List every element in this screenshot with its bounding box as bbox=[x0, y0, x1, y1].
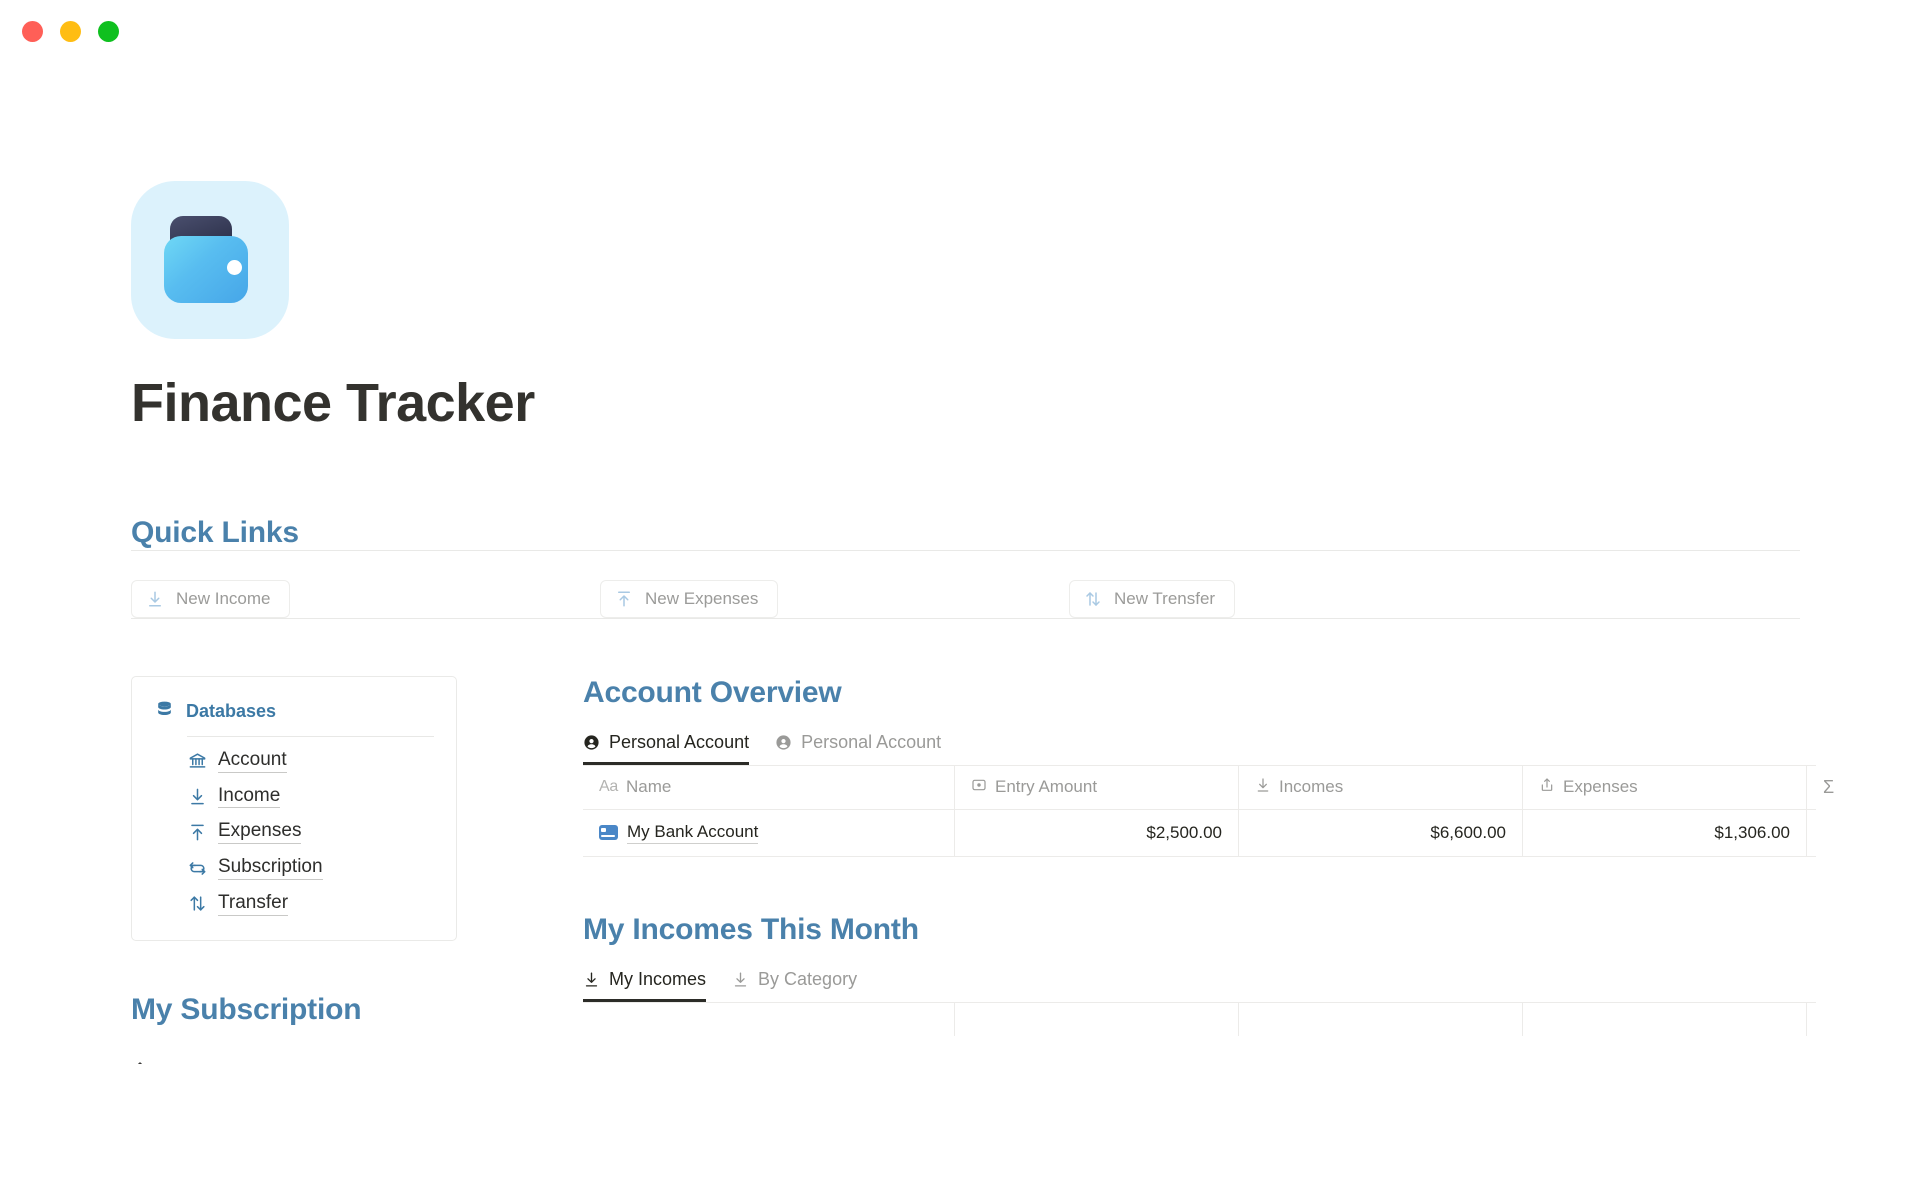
quick-links-row: New Income New Expenses New Trensfer bbox=[131, 579, 1800, 618]
arrow-down-to-line-icon bbox=[188, 787, 207, 806]
table-header-row: Aa Name Entry Amount Incomes Expenses Σ bbox=[583, 765, 1834, 810]
my-incomes-tabs: My Incomes By Category bbox=[583, 969, 1816, 1002]
cell-expenses: $1,306.00 bbox=[1523, 809, 1807, 856]
column-header-incomes[interactable]: Incomes bbox=[1239, 765, 1523, 809]
tab-my-incomes-label: My Incomes bbox=[609, 968, 707, 989]
new-income-button[interactable]: New Income bbox=[131, 579, 291, 618]
tab-my-incomes[interactable]: My Incomes bbox=[583, 968, 707, 1002]
tab-personal-account-2-label: Personal Account bbox=[801, 731, 942, 752]
column-header-incomes-label: Incomes bbox=[1279, 777, 1344, 797]
cell-name: My Bank Account bbox=[583, 809, 955, 856]
tab-personal-account-2[interactable]: Personal Account bbox=[775, 732, 941, 765]
window-titlebar bbox=[0, 0, 1920, 62]
aa-text-icon: Aa bbox=[599, 778, 618, 796]
tab-by-category-label: By Category bbox=[758, 968, 858, 989]
credit-card-icon bbox=[599, 825, 618, 841]
new-income-label: New Income bbox=[176, 588, 271, 608]
page-content: Finance Tracker Quick Links New Income N… bbox=[0, 181, 1920, 1064]
database-icon bbox=[155, 700, 174, 724]
sidebar-item-income[interactable]: Income bbox=[155, 785, 434, 809]
new-expenses-button[interactable]: New Expenses bbox=[600, 579, 779, 618]
databases-card: Databases Account Income Expenses Subscr… bbox=[131, 675, 457, 941]
upload-tray-icon bbox=[1539, 777, 1555, 798]
cell-incomes: $6,600.00 bbox=[1239, 809, 1523, 856]
quick-links-col-2: New Expenses bbox=[600, 579, 1069, 618]
person-circle-icon bbox=[583, 734, 600, 751]
maximize-button[interactable] bbox=[98, 20, 119, 42]
databases-divider bbox=[187, 735, 434, 737]
right-column: Account Overview Personal Account Person… bbox=[583, 675, 1834, 1036]
bank-icon bbox=[188, 751, 207, 770]
my-subscription-content-stub bbox=[131, 1057, 149, 1064]
arrows-up-down-icon bbox=[188, 894, 207, 913]
left-column: Databases Account Income Expenses Subscr… bbox=[131, 675, 511, 1064]
arrows-up-down-icon bbox=[1084, 590, 1102, 608]
my-subscription-heading: My Subscription bbox=[131, 992, 362, 1026]
sidebar-item-account[interactable]: Account bbox=[155, 749, 434, 773]
sidebar-item-subscription-label: Subscription bbox=[218, 856, 323, 881]
sidebar-item-account-label: Account bbox=[218, 749, 287, 773]
page-title: Finance Tracker bbox=[131, 373, 535, 433]
sidebar-item-transfer[interactable]: Transfer bbox=[155, 892, 434, 916]
arrow-down-to-line-icon bbox=[732, 971, 749, 988]
person-circle-icon bbox=[775, 734, 792, 751]
sidebar-item-transfer-label: Transfer bbox=[218, 892, 289, 916]
arrow-up-from-line-icon bbox=[615, 590, 633, 608]
minimize-button[interactable] bbox=[60, 20, 81, 42]
quick-links-divider-bottom bbox=[131, 617, 1800, 619]
column-header-sum[interactable]: Σ bbox=[1807, 766, 1867, 809]
sidebar-item-expenses-label: Expenses bbox=[218, 820, 302, 845]
refresh-loop-icon bbox=[188, 859, 207, 878]
arrow-down-to-line-icon bbox=[146, 590, 164, 608]
stub-column-name bbox=[583, 1002, 955, 1036]
quick-links-col-1: New Income bbox=[131, 579, 600, 618]
new-transfer-button[interactable]: New Trensfer bbox=[1069, 579, 1236, 618]
stub-column-sum bbox=[1807, 1003, 1816, 1036]
arrow-down-to-line-icon bbox=[1255, 777, 1271, 798]
account-overview-table: Aa Name Entry Amount Incomes Expenses Σ … bbox=[583, 764, 1834, 857]
cell-sum bbox=[1807, 810, 1867, 856]
databases-header: Databases bbox=[155, 700, 434, 724]
lower-grid: Databases Account Income Expenses Subscr… bbox=[131, 675, 1834, 1064]
stub-column-4 bbox=[1523, 1002, 1807, 1036]
column-header-name[interactable]: Aa Name bbox=[583, 765, 955, 809]
column-header-expenses-label: Expenses bbox=[1563, 777, 1638, 797]
databases-list: Account Income Expenses Subscription Tra… bbox=[155, 749, 434, 916]
tab-personal-account-1[interactable]: Personal Account bbox=[583, 731, 750, 765]
tab-personal-account-1-label: Personal Account bbox=[609, 731, 750, 752]
money-box-icon bbox=[971, 777, 987, 798]
column-header-name-label: Name bbox=[625, 777, 672, 797]
arrow-down-to-line-icon bbox=[583, 971, 600, 988]
wallet-icon bbox=[131, 181, 289, 339]
column-header-expenses[interactable]: Expenses bbox=[1523, 765, 1807, 809]
column-header-entry-amount[interactable]: Entry Amount bbox=[955, 765, 1239, 809]
tab-by-category[interactable]: By Category bbox=[732, 969, 857, 1002]
my-incomes-table-clipped bbox=[583, 1001, 1816, 1036]
stub-column-2 bbox=[955, 1002, 1239, 1036]
new-transfer-label: New Trensfer bbox=[1114, 588, 1216, 608]
stub-column-3 bbox=[1239, 1002, 1523, 1036]
column-header-entry-amount-label: Entry Amount bbox=[995, 777, 1098, 797]
quick-links-col-3: New Trensfer bbox=[1069, 579, 1538, 618]
table-row[interactable]: My Bank Account $2,500.00 $6,600.00 $1,3… bbox=[583, 809, 1816, 857]
my-incomes-heading: My Incomes This Month bbox=[583, 912, 919, 946]
arrow-up-from-line-icon bbox=[188, 823, 207, 842]
quick-links-divider-top bbox=[131, 549, 1800, 551]
cell-entry-amount: $2,500.00 bbox=[955, 809, 1239, 856]
wallet-clasp-dot bbox=[227, 260, 242, 275]
page-scroll-area[interactable]: Finance Tracker Quick Links New Income N… bbox=[0, 62, 1920, 1200]
sigma-icon: Σ bbox=[1823, 776, 1835, 797]
new-expenses-label: New Expenses bbox=[645, 588, 759, 608]
wallet-glyph bbox=[164, 216, 256, 304]
databases-heading: Databases bbox=[186, 701, 277, 722]
sidebar-item-income-label: Income bbox=[218, 785, 281, 809]
quick-links-heading: Quick Links bbox=[131, 515, 299, 549]
cell-name-label[interactable]: My Bank Account bbox=[627, 822, 759, 844]
traffic-lights bbox=[22, 20, 119, 42]
close-button[interactable] bbox=[22, 20, 43, 42]
account-overview-heading: Account Overview bbox=[583, 675, 842, 709]
account-overview-tabs: Personal Account Personal Account bbox=[583, 732, 1816, 765]
sidebar-item-expenses[interactable]: Expenses bbox=[155, 820, 434, 845]
sidebar-item-subscription[interactable]: Subscription bbox=[155, 856, 434, 881]
